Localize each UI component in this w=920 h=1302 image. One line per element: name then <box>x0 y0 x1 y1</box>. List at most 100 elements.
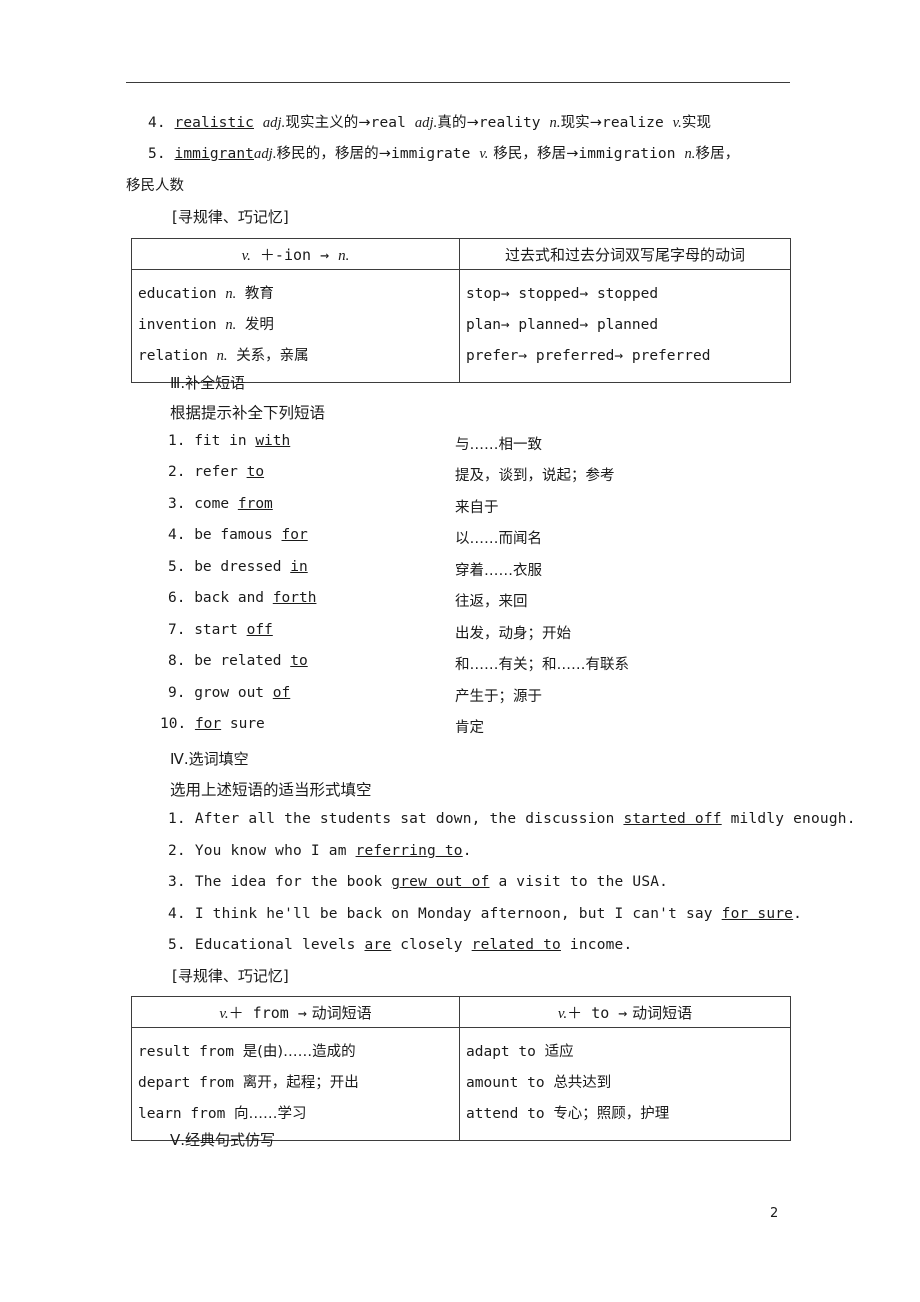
t2-r1-en: adapt to <box>466 1044 545 1060</box>
phrase-6-pre: back and <box>194 590 273 606</box>
phrase-7-pre: start <box>194 622 247 638</box>
sent-5-pre: Educational levels <box>194 937 365 953</box>
phrase-5-num: 5. <box>168 559 186 575</box>
t1-l3-word: relation <box>138 348 208 364</box>
phrase-en-8: 8. be related to <box>168 653 308 669</box>
phrase-en-6: 6. back and forth <box>168 590 316 606</box>
list-item: invention n. 发明 <box>138 310 459 341</box>
table2-left-cell: result from 是(由)……造成的 depart from 离开，起程；… <box>131 1027 460 1141</box>
t2-r3-en: attend to <box>466 1106 554 1122</box>
fill-sentence-1: 1. After all the students sat down, the … <box>168 811 856 827</box>
section-3-title: 补全短语 <box>185 374 246 392</box>
sent-3-pre: The idea for the book <box>194 874 392 890</box>
sent-1-post: mildly enough. <box>721 811 856 827</box>
table-row: v. ＋-ion → n. 过去式和过去分词双写尾字母的动词 <box>131 238 791 270</box>
wf-4-root-zh: 现实主义的 <box>285 115 359 131</box>
phrase-2-num: 2. <box>168 464 186 480</box>
t1-l2-pos: n. <box>225 317 237 333</box>
t2-l1-en: result from <box>138 1044 243 1060</box>
phrase-9-blank: of <box>272 685 291 701</box>
t2-l2-en: depart from <box>138 1075 243 1091</box>
section-4-heading: Ⅳ.选词填空 <box>170 748 249 769</box>
wf-5-root-zh: 移民的，移居的 <box>276 146 379 162</box>
section-3-heading: Ⅲ.补全短语 <box>170 372 245 393</box>
t1-hdr-left-rule: ＋-ion <box>259 245 312 264</box>
phrase-6-blank: forth <box>272 590 317 606</box>
fill-sentence-4: 4. I think he'll be back on Monday after… <box>168 906 802 922</box>
t1-l1-zh: 教育 <box>244 286 274 302</box>
wf-4-root: realistic <box>174 115 254 131</box>
wf-5-c1-zh: 移民，移居 <box>493 146 567 162</box>
verb-preposition-rules-table: v.＋ from → 动词短语 v.＋ to → 动词短语 result fro… <box>131 996 791 1141</box>
t1-l2-zh: 发明 <box>244 317 274 333</box>
phrase-9-num: 9. <box>168 685 186 701</box>
phrase-10-post: sure <box>221 716 265 732</box>
sent-1-pre: After all the students sat down, the dis… <box>194 811 624 827</box>
phrase-en-2: 2. refer to <box>168 464 264 480</box>
t2-hdr-left-pos: v. <box>219 1005 229 1022</box>
list-item: stop→ stopped→ stopped <box>466 286 659 302</box>
fill-sentence-5: 5. Educational levels are closely relate… <box>168 937 632 953</box>
t2-l3-en: learn from <box>138 1106 235 1122</box>
phrase-8-blank: to <box>290 653 308 669</box>
phrase-en-10: 10. for sure <box>160 716 265 732</box>
phrase-en-3: 3. come from <box>168 496 273 512</box>
phrase-zh-7: 出发，动身；开始 <box>455 626 571 642</box>
sent-2-post: . <box>462 843 472 859</box>
t2-hdr-right-prep: ＋ to <box>567 1003 610 1022</box>
table1-header-right: 过去式和过去分词双写尾字母的动词 <box>459 238 791 270</box>
phrase-6-num: 6. <box>168 590 186 606</box>
table2-right-cell: adapt to 适应 amount to 总共达到 attend to 专心；… <box>459 1027 791 1141</box>
phrase-en-4: 4. be famous for <box>168 527 308 543</box>
t2-r2-en: amount to <box>466 1075 554 1091</box>
sent-1-num: 1. <box>168 811 186 827</box>
wf-4-root-pos: adj. <box>262 115 286 131</box>
sent-3-post: a visit to the USA. <box>489 874 669 890</box>
sent-3-num: 3. <box>168 874 186 890</box>
list-item: education n. 教育 <box>138 279 459 310</box>
wf-5-wrap-text: 移民人数 <box>126 178 184 194</box>
t2-l3-zh: 向……学习 <box>234 1106 307 1122</box>
table-row: result from 是(由)……造成的 depart from 离开，起程；… <box>131 1027 791 1141</box>
wf-4-num: 4. <box>148 115 166 131</box>
wf-4-c1-word: real <box>370 115 406 131</box>
wf-4-c1-zh: 真的 <box>437 115 467 131</box>
page-number: 2 <box>770 1206 779 1221</box>
phrase-en-1: 1. fit in with <box>168 433 290 449</box>
sent-2-blank: referring to <box>355 843 463 859</box>
phrase-en-5: 5. be dressed in <box>168 559 308 575</box>
tip-label-1: [寻规律、巧记忆] <box>172 208 289 226</box>
table1-left-cell: education n. 教育 invention n. 发明 relation… <box>131 269 460 383</box>
sent-5-num: 5. <box>168 937 186 953</box>
t2-r2-zh: 总共达到 <box>553 1075 612 1091</box>
phrase-1-num: 1. <box>168 433 186 449</box>
t2-l1-zh: 是(由)……造成的 <box>242 1044 356 1060</box>
phrase-zh-6: 往返，来回 <box>455 594 528 610</box>
t1-hdr-right-text: 过去式和过去分词双写尾字母的动词 <box>504 245 745 264</box>
phrase-9-pre: grow out <box>194 685 273 701</box>
wf-4-c3-zh: 实现 <box>681 115 712 131</box>
t1-l3-zh: 关系，亲属 <box>236 348 309 364</box>
fill-sentence-3: 3. The idea for the book grew out of a v… <box>168 874 668 890</box>
phrase-8-pre: be related <box>194 653 291 669</box>
t1-l3-pos: n. <box>216 348 228 364</box>
phrase-4-pre: be famous <box>194 527 282 543</box>
phrase-zh-1: 与……相一致 <box>455 437 542 453</box>
phrase-5-blank: in <box>290 559 308 575</box>
phrase-5-pre: be dressed <box>194 559 291 575</box>
table-row: education n. 教育 invention n. 发明 relation… <box>131 269 791 383</box>
word-formation-item-5: 5. immigrantadj.移民的，移居的→immigrate v. 移民，… <box>148 142 739 163</box>
sent-1-blank: started off <box>623 811 722 827</box>
wf-4-c2-zh: 现实 <box>560 115 590 131</box>
phrase-2-pre: refer <box>194 464 247 480</box>
list-item: attend to 专心；照顾，护理 <box>466 1099 790 1130</box>
wf-5-c1-pos: v. <box>479 146 489 162</box>
section-4-title: 选词填空 <box>188 750 249 768</box>
table2-header-left: v.＋ from → 动词短语 <box>131 996 460 1028</box>
wf-5-c2-zh: 移居， <box>695 146 740 162</box>
phrase-zh-5: 穿着……衣服 <box>455 563 542 579</box>
wf-5-num: 5. <box>148 146 166 162</box>
list-item: relation n. 关系，亲属 <box>138 341 459 372</box>
sent-5-post2: income. <box>560 937 633 953</box>
t2-l2-zh: 离开，起程；开出 <box>242 1075 359 1091</box>
